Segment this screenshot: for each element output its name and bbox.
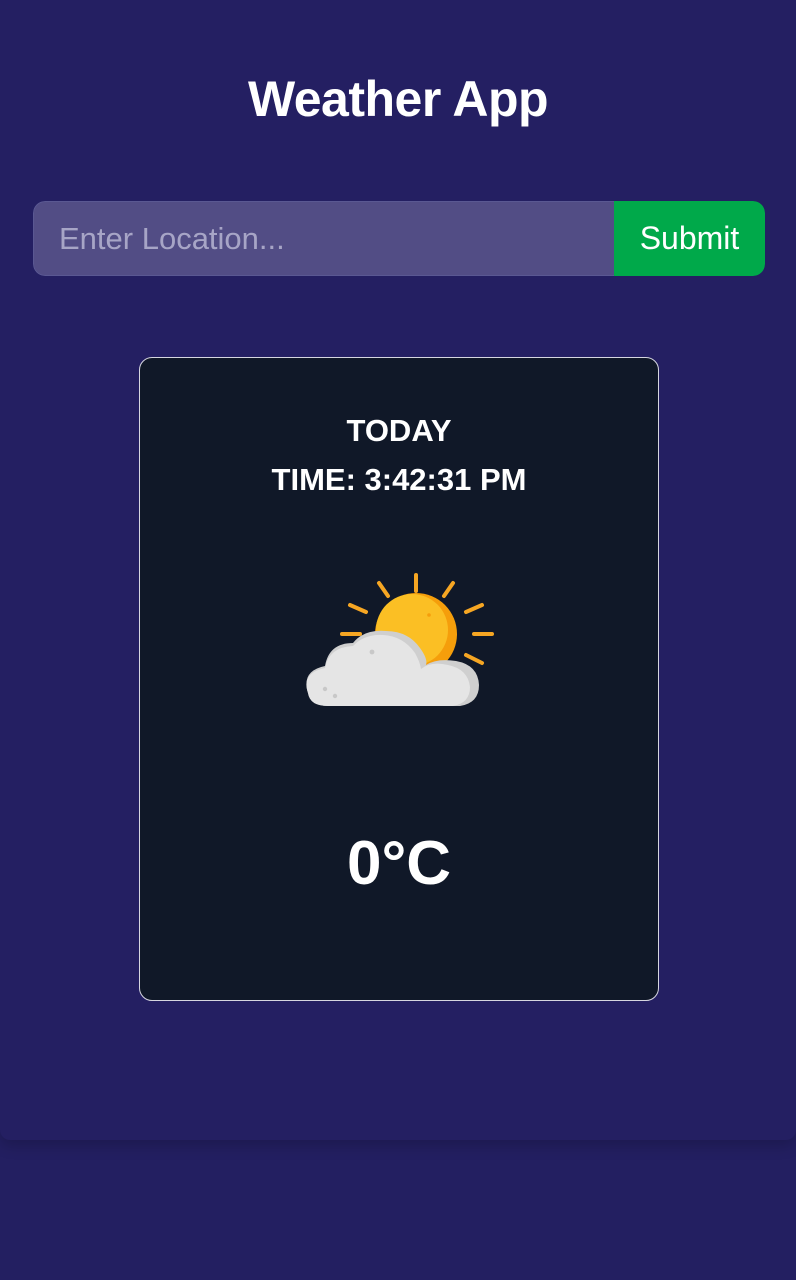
partly-cloudy-icon: [306, 573, 494, 706]
submit-button[interactable]: Submit: [614, 201, 765, 276]
time-label: TIME: 3:42:31 PM: [271, 462, 527, 497]
weather-card: TODAY TIME: 3:42:31 PM 0°C: [139, 357, 659, 1001]
page-title: Weather App: [247, 71, 549, 127]
app-container: Weather App Submit TODAY TIME: 3:42:31 P…: [0, 0, 796, 1140]
search-bar: Submit: [33, 201, 765, 276]
temperature-value: 0°C: [346, 829, 452, 898]
location-input[interactable]: [33, 201, 614, 276]
day-label: TODAY: [346, 413, 452, 448]
